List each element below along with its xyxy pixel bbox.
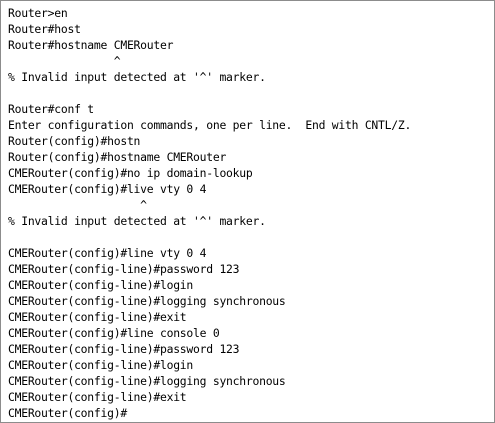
terminal-line: CMERouter(config-line)#exit — [8, 390, 187, 404]
error-message: % Invalid input detected at '^' marker. — [8, 214, 266, 228]
error-message: % Invalid input detected at '^' marker. — [8, 70, 266, 84]
terminal-line: CMERouter(config-line)#login — [8, 358, 194, 372]
terminal-line: CMERouter(config)#live vty 0 4 — [8, 182, 207, 196]
terminal-output: Router>en Router#host Router#hostname CMER… — [1, 1, 494, 421]
terminal-window[interactable]: Router>en Router#host Router#hostname CMER… — [0, 0, 495, 423]
terminal-line: CMERouter(config-line)#logging synchrono… — [8, 294, 286, 308]
terminal-line: CMERouter(config-line)#logging synchrono… — [8, 374, 286, 388]
terminal-line: Router#host — [8, 22, 81, 36]
terminal-line: Router#hostname CMERouter — [8, 38, 174, 52]
error-caret-marker: ^ — [8, 198, 147, 212]
terminal-line: CMERouter(config-line)#login — [8, 278, 194, 292]
terminal-line: CMERouter(config-line)#exit — [8, 310, 187, 324]
terminal-line: Router(config)#hostn — [8, 134, 141, 148]
error-caret-marker: ^ — [8, 54, 121, 68]
terminal-line: Router#conf t — [8, 102, 94, 116]
terminal-line: Router>en — [8, 6, 68, 20]
terminal-line: CMERouter(config)#no ip domain-lookup — [8, 166, 253, 180]
command-prompt[interactable]: CMERouter(config)# — [8, 405, 494, 421]
terminal-line: Router(config)#hostname CMERouter — [8, 150, 227, 164]
terminal-line: CMERouter(config-line)#password 123 — [8, 342, 240, 356]
terminal-line: CMERouter(config-line)#password 123 — [8, 262, 240, 276]
terminal-line: CMERouter(config)#line vty 0 4 — [8, 246, 207, 260]
terminal-line: CMERouter(config)#line console 0 — [8, 326, 220, 340]
terminal-line: Enter configuration commands, one per li… — [8, 118, 412, 132]
